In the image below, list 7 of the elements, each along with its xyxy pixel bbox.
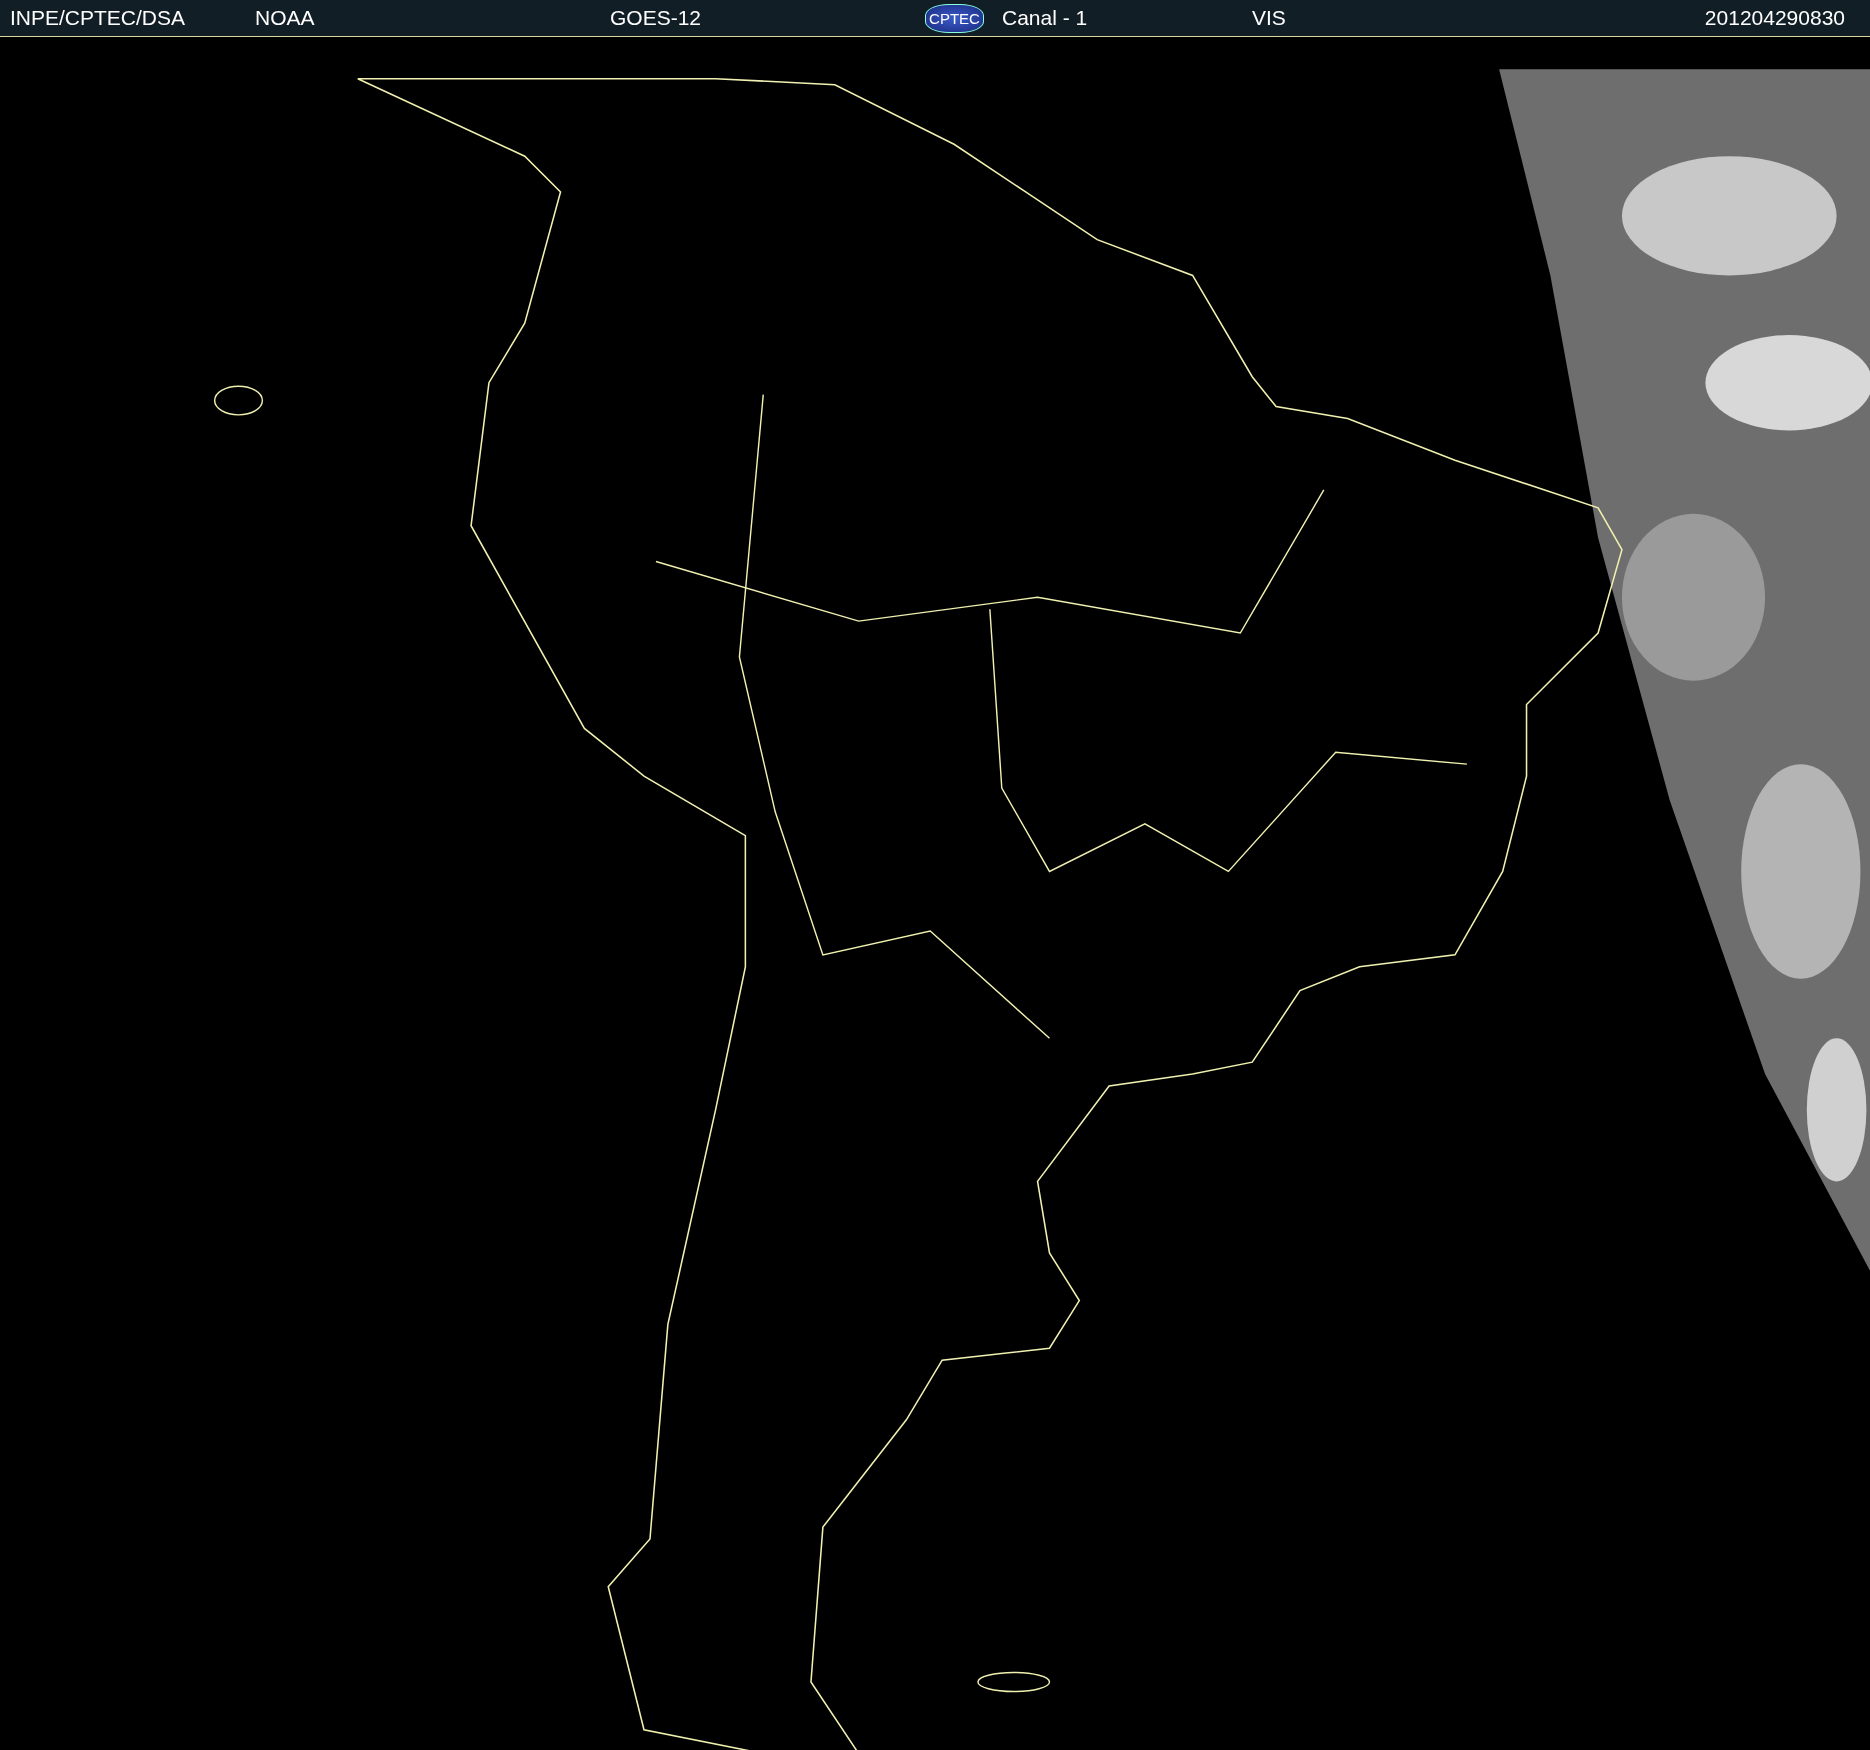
source-label: INPE/CPTEC/DSA [9,6,186,30]
cptec-logo: CPTEC [925,3,984,33]
agency-label: NOAA [254,6,315,30]
timestamp-label: 201204290830 [1704,6,1846,30]
band-label: VIS [1251,6,1286,30]
channel-label: Canal - 1 [1001,6,1088,30]
satellite-label: GOES-12 [609,6,702,30]
